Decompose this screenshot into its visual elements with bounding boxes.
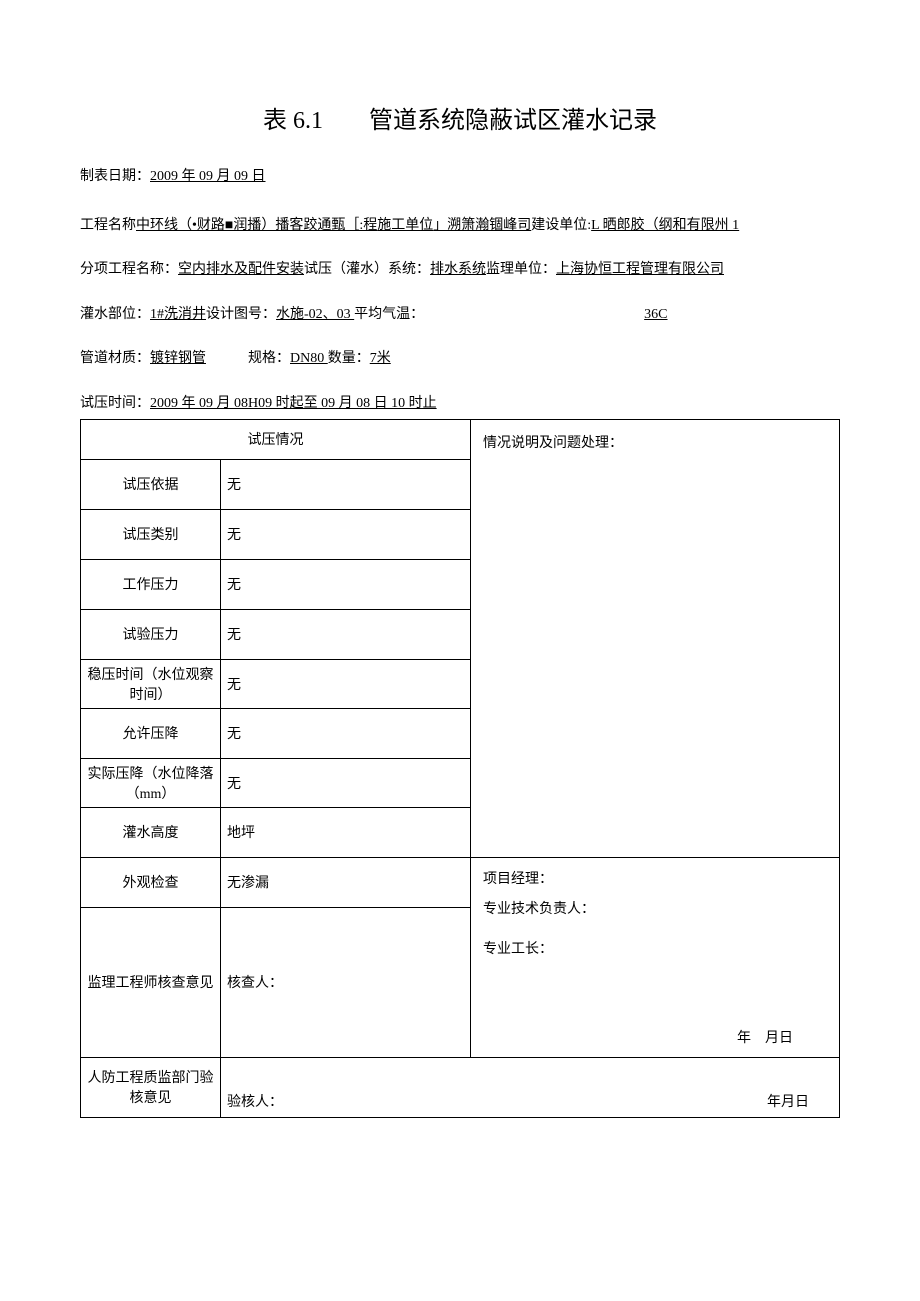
row-label: 实际压降（水位降落（mm） xyxy=(81,758,221,807)
l1-b-label: 施工单位 xyxy=(377,218,433,233)
document-title: 表 6.1 管道系统隐蔽试区灌水记录 xyxy=(80,100,840,135)
row-value: 无 xyxy=(221,708,471,758)
header-left-cell: 试压情况 xyxy=(81,419,471,459)
date-year: 年 xyxy=(737,1027,751,1047)
row-value: 无 xyxy=(221,609,471,659)
signature-date: 年 月日 xyxy=(737,1027,793,1047)
l4-c-label: 数量： xyxy=(328,351,370,366)
l4-a-value: 镀锌钢管 xyxy=(150,351,206,366)
l4-b-value: DN80 xyxy=(290,351,328,366)
signature-foreman: 专业工长： xyxy=(483,938,553,958)
l1-b-value: 」溯箫瀚锢峰司 xyxy=(433,218,531,233)
l3-a-value: 1#洗消井 xyxy=(150,307,206,322)
row-label: 工作压力 xyxy=(81,559,221,609)
meta-date-line: 制表日期：2009 年 09 月 09 日 xyxy=(80,165,840,185)
signature-tech-lead: 专业技术负责人： xyxy=(483,898,595,918)
row-value: 无 xyxy=(221,509,471,559)
info-line-5: 试压时间：2009 年 09 月 08H09 时起至 09 月 08 日 10 … xyxy=(80,393,840,415)
l3-c-label: 平均气温： xyxy=(354,307,424,322)
notes-label: 情况说明及问题处理： xyxy=(483,432,623,452)
l4-a-label: 管道材质： xyxy=(80,351,150,366)
info-line-1: 工程名称中环线（•财路■润播）播客跤通甄［:程施工单位」溯箫瀚锢峰司建设单位:L… xyxy=(80,215,840,237)
bottom-verify-cell: 验核人： 年月日 xyxy=(221,1057,840,1117)
l2-mid: 试压（灌水）系统： xyxy=(304,262,430,277)
l4-c-value: 7米 xyxy=(370,351,391,366)
meta-date-label: 制表日期： xyxy=(80,169,150,184)
l2-c-value: 上海协恒工程管理有限公司 xyxy=(556,262,724,277)
info-line-3: 灌水部位：1#洗消井设计图号：水施-02、03 平均气温： 36C xyxy=(80,304,840,326)
date-md: 月日 xyxy=(765,1027,793,1047)
bottom-label: 人防工程质监部门验核意见 xyxy=(81,1057,221,1117)
l4-b-label: 规格： xyxy=(248,351,290,366)
l2-a-value: 空内排水及配件安装 xyxy=(178,262,304,277)
title-prefix: 表 6.1 xyxy=(263,108,323,134)
row-label: 稳压时间（水位观察时间） xyxy=(81,659,221,708)
row-label: 灌水高度 xyxy=(81,807,221,857)
table-row: 试压情况 情况说明及问题处理： 班（组）长： 操作人： xyxy=(81,419,840,459)
notes-cell: 情况说明及问题处理： 班（组）长： 操作人： xyxy=(471,419,840,857)
table-row: 外观检查 无渗漏 项目经理： 专业技术负责人： 专业工长： 年 月日 xyxy=(81,857,840,907)
row-value: 无 xyxy=(221,459,471,509)
l3-b-label: 设计图号： xyxy=(206,307,276,322)
signature-pm: 项目经理： xyxy=(483,868,553,888)
info-line-2: 分项工程名称：空内排水及配件安装试压（灌水）系统：排水系统监理单位：上海协恒工程… xyxy=(80,259,840,281)
meta-date-value: 2009 年 09 月 09 日 xyxy=(150,169,266,184)
l3-a-label: 灌水部位： xyxy=(80,307,150,322)
row-value: 无 xyxy=(221,758,471,807)
l3-b-value: 水施-02、03 xyxy=(276,307,354,322)
signatures-cell: 项目经理： 专业技术负责人： 专业工长： 年 月日 xyxy=(471,857,840,1057)
l1-a-value: 中环线（•财路■润播）播客跤通甄［:程 xyxy=(136,218,377,233)
verify-label: 验核人： xyxy=(227,1091,283,1111)
row-value: 无渗漏 xyxy=(221,857,471,907)
row-label: 试压依据 xyxy=(81,459,221,509)
l2-a-label: 分项工程名称： xyxy=(80,262,178,277)
l5-a-value: 2009 年 09 月 08H09 时起至 09 月 08 日 10 时止 xyxy=(150,396,437,411)
info-line-4: 管道材质：镀锌钢管 规格：DN80 数量：7米 xyxy=(80,348,840,370)
supervisor-value: 核查人： xyxy=(221,907,471,1057)
row-value: 无 xyxy=(221,659,471,708)
l3-d-value: 36C xyxy=(644,307,667,322)
row-value: 无 xyxy=(221,559,471,609)
row-label: 试压类别 xyxy=(81,509,221,559)
row-value: 地坪 xyxy=(221,807,471,857)
verify-date: 年月日 xyxy=(767,1091,809,1111)
l5-a-label: 试压时间： xyxy=(80,396,150,411)
l1-a-label: 工程名称 xyxy=(80,218,136,233)
l2-b-value: 排水系统 xyxy=(430,262,486,277)
row-label: 允许压降 xyxy=(81,708,221,758)
row-label: 试验压力 xyxy=(81,609,221,659)
title-main: 管道系统隐蔽试区灌水记录 xyxy=(369,108,657,134)
row-label: 外观检查 xyxy=(81,857,221,907)
l1-c-value: L 晒郎胶（纲和有限州 1 xyxy=(591,218,739,233)
table-row: 人防工程质监部门验核意见 验核人： 年月日 xyxy=(81,1057,840,1117)
supervisor-label: 监理工程师核查意见 xyxy=(81,907,221,1057)
l1-c-label: 建设单位: xyxy=(531,218,591,233)
record-table: 试压情况 情况说明及问题处理： 班（组）长： 操作人： 试压依据 无 试压类别 … xyxy=(80,419,840,1118)
l2-c-label: 监理单位： xyxy=(486,262,556,277)
document-page: 表 6.1 管道系统隐蔽试区灌水记录 制表日期：2009 年 09 月 09 日… xyxy=(0,0,920,1301)
